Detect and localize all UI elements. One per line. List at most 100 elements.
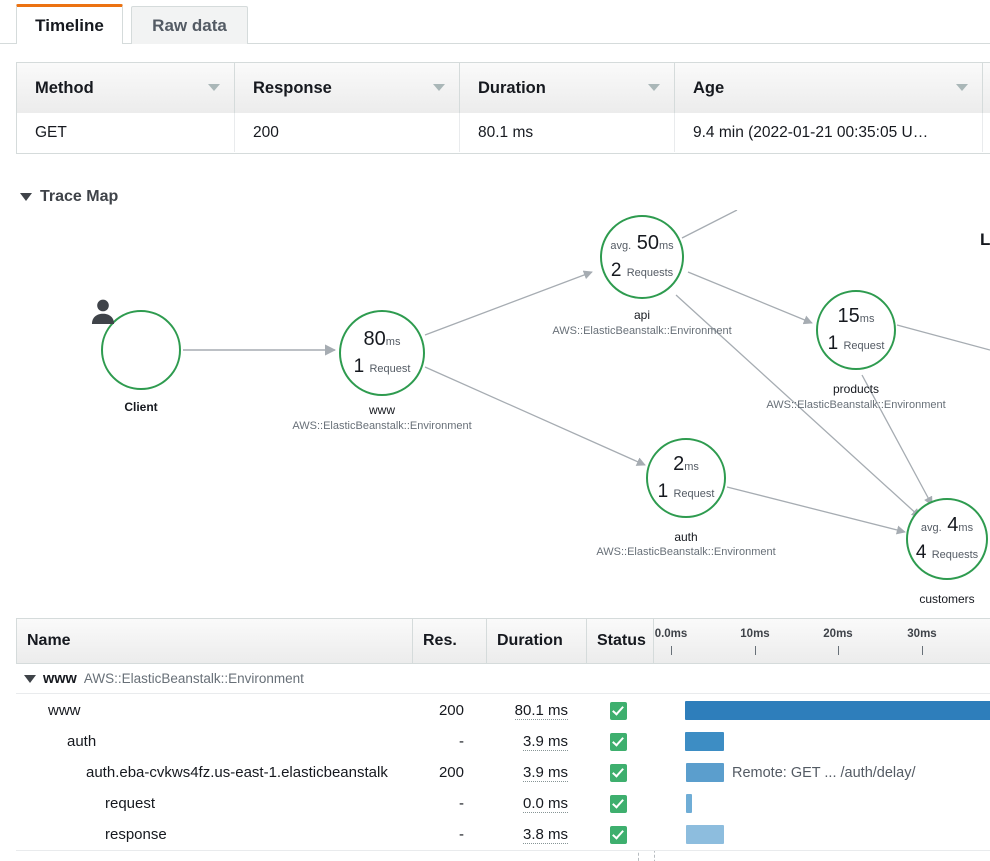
trace-node-client-label: Client (124, 400, 157, 414)
trace-node-products-type: AWS::ElasticBeanstalk::Environment (766, 399, 945, 411)
trace-node-www-metrics: 80ms 1 Request (341, 327, 423, 379)
trace-node-customers-requests: 4 Requests (908, 541, 986, 565)
timeline-tick-label-0: 0.0ms (655, 628, 688, 640)
segment-duration: 3.8 ms (482, 819, 568, 850)
column-header-response[interactable]: Response (235, 63, 460, 113)
status-ok-icon[interactable] (610, 795, 627, 813)
column-header-method[interactable]: Method (17, 63, 235, 113)
trace-node-api-avg-prefix: avg. (610, 240, 631, 252)
column-header-method-label: Method (35, 79, 94, 98)
segment-duration-value: 3.9 ms (523, 733, 568, 751)
trace-map-section-toggle[interactable]: Trace Map (20, 188, 118, 206)
trace-node-www-label: www (369, 403, 395, 417)
segment-name: auth.eba-cvkws4fz.us-east-1.elasticbeans… (86, 757, 388, 788)
segment-status[interactable] (586, 819, 650, 850)
segment-duration-bar[interactable] (685, 732, 724, 751)
trace-node-auth-type: AWS::ElasticBeanstalk::Environment (596, 546, 775, 558)
trace-node-auth-requests-unit: Request (673, 488, 714, 500)
trace-node-api-type: AWS::ElasticBeanstalk::Environment (552, 325, 731, 337)
summary-table-header: Method Response Duration Age (16, 62, 990, 114)
xray-trace-detail-page: Timeline Raw data Method Response Durati… (0, 0, 990, 861)
segment-duration-bar[interactable] (686, 763, 724, 782)
segment-group-row[interactable]: www AWS::ElasticBeanstalk::Environment (16, 664, 990, 694)
column-header-age[interactable]: Age (675, 63, 983, 113)
timeline-tick-label-2: 20ms (823, 628, 852, 640)
trace-node-api-time-unit: ms (659, 240, 674, 252)
trace-node-customers-avg-prefix: avg. (921, 522, 942, 534)
trace-node-www-type: AWS::ElasticBeanstalk::Environment (292, 420, 471, 432)
trace-node-auth-circle[interactable]: 2ms 1 Request (646, 438, 726, 518)
trace-node-products-label: products (833, 382, 879, 396)
segment-bar-label: Remote: GET ... /auth/delay/ (732, 757, 916, 788)
trace-node-products-metrics: 15ms 1 Request (818, 304, 894, 356)
trace-node-api-time: avg. 50ms (602, 231, 682, 256)
column-header-seg-duration[interactable]: Duration (487, 619, 587, 663)
trace-node-customers-label: customers (919, 592, 974, 606)
tab-raw-data[interactable]: Raw data (131, 6, 248, 44)
trace-node-auth-label: auth (674, 530, 697, 544)
chevron-down-icon (956, 84, 968, 91)
trace-node-api-circle[interactable]: avg. 50ms 2 Requests (600, 215, 684, 299)
segment-duration: 80.1 ms (482, 695, 568, 726)
trace-node-customers-circle[interactable]: avg. 4ms 4 Requests (906, 498, 988, 580)
column-header-duration-label: Duration (478, 79, 546, 98)
segment-duration-bar[interactable] (686, 825, 724, 844)
segment-status[interactable] (586, 695, 650, 726)
trace-node-www-requests-value: 1 (354, 356, 365, 377)
trace-node-products-time-value: 15 (838, 305, 860, 327)
chevron-down-icon (648, 84, 660, 91)
trace-node-www-circle[interactable]: 80ms 1 Request (339, 310, 425, 396)
column-header-res[interactable]: Res. (413, 619, 487, 663)
trace-node-auth-time-unit: ms (684, 461, 699, 473)
status-ok-icon[interactable] (610, 733, 627, 751)
table-row[interactable]: auth - 3.9 ms (16, 726, 990, 758)
status-ok-icon[interactable] (610, 702, 627, 720)
segment-duration-value: 80.1 ms (515, 702, 568, 720)
cell-method: GET (17, 113, 235, 152)
table-row[interactable]: auth.eba-cvkws4fz.us-east-1.elasticbeans… (16, 757, 990, 789)
column-header-overflow[interactable] (983, 63, 990, 113)
trace-node-www-time: 80ms (341, 327, 423, 352)
timeline-tick-mark-1 (755, 646, 756, 655)
timeline-tick-label-1: 10ms (740, 628, 769, 640)
status-ok-icon[interactable] (610, 826, 627, 844)
column-header-duration[interactable]: Duration (460, 63, 675, 113)
segment-group-type: AWS::ElasticBeanstalk::Environment (84, 671, 304, 686)
trace-map-canvas[interactable]: Client 80ms 1 Request www AWS::ElasticBe… (0, 210, 990, 610)
trace-summary-table: Method Response Duration Age GET 200 80.… (16, 62, 990, 154)
column-header-age-label: Age (693, 79, 724, 98)
timeline-tick-label-3: 30ms (907, 628, 936, 640)
cell-duration: 80.1 ms (460, 113, 675, 152)
trace-node-customers-time-value: 4 (947, 514, 958, 536)
cell-overflow (983, 113, 990, 152)
status-ok-icon[interactable] (610, 764, 627, 782)
segment-name: www (48, 695, 81, 726)
segment-status[interactable] (586, 757, 650, 788)
chevron-down-icon (208, 84, 220, 91)
segment-duration: 3.9 ms (482, 726, 568, 757)
segment-name: auth (67, 726, 96, 757)
segment-status[interactable] (586, 726, 650, 757)
table-row[interactable]: response - 3.8 ms (16, 819, 990, 851)
trace-node-api-requests-unit: Requests (627, 267, 673, 279)
trace-node-auth-metrics: 2ms 1 Request (648, 452, 724, 504)
segment-duration-bar[interactable] (686, 794, 692, 813)
segment-name: request (105, 788, 155, 819)
trace-node-api-time-value: 50 (637, 232, 659, 254)
table-row[interactable]: request - 0.0 ms (16, 788, 990, 820)
trace-node-www-requests-unit: Request (369, 363, 410, 375)
segment-status[interactable] (586, 788, 650, 819)
column-header-name[interactable]: Name (17, 619, 413, 663)
trace-node-client-circle[interactable] (101, 310, 181, 390)
timeline-tick-mark-0 (671, 646, 672, 655)
trace-node-products-circle[interactable]: 15ms 1 Request (816, 290, 896, 370)
trace-node-www-time-value: 80 (364, 328, 386, 350)
segment-response: - (402, 726, 464, 757)
segment-duration-value: 0.0 ms (523, 795, 568, 813)
trace-node-customers-time-unit: ms (958, 522, 973, 534)
table-row[interactable]: www 200 80.1 ms (16, 695, 990, 727)
column-header-status[interactable]: Status (587, 619, 654, 663)
trace-node-customers-requests-unit: Requests (932, 549, 978, 561)
segment-duration-bar[interactable] (685, 701, 990, 720)
tab-timeline[interactable]: Timeline (16, 4, 123, 44)
